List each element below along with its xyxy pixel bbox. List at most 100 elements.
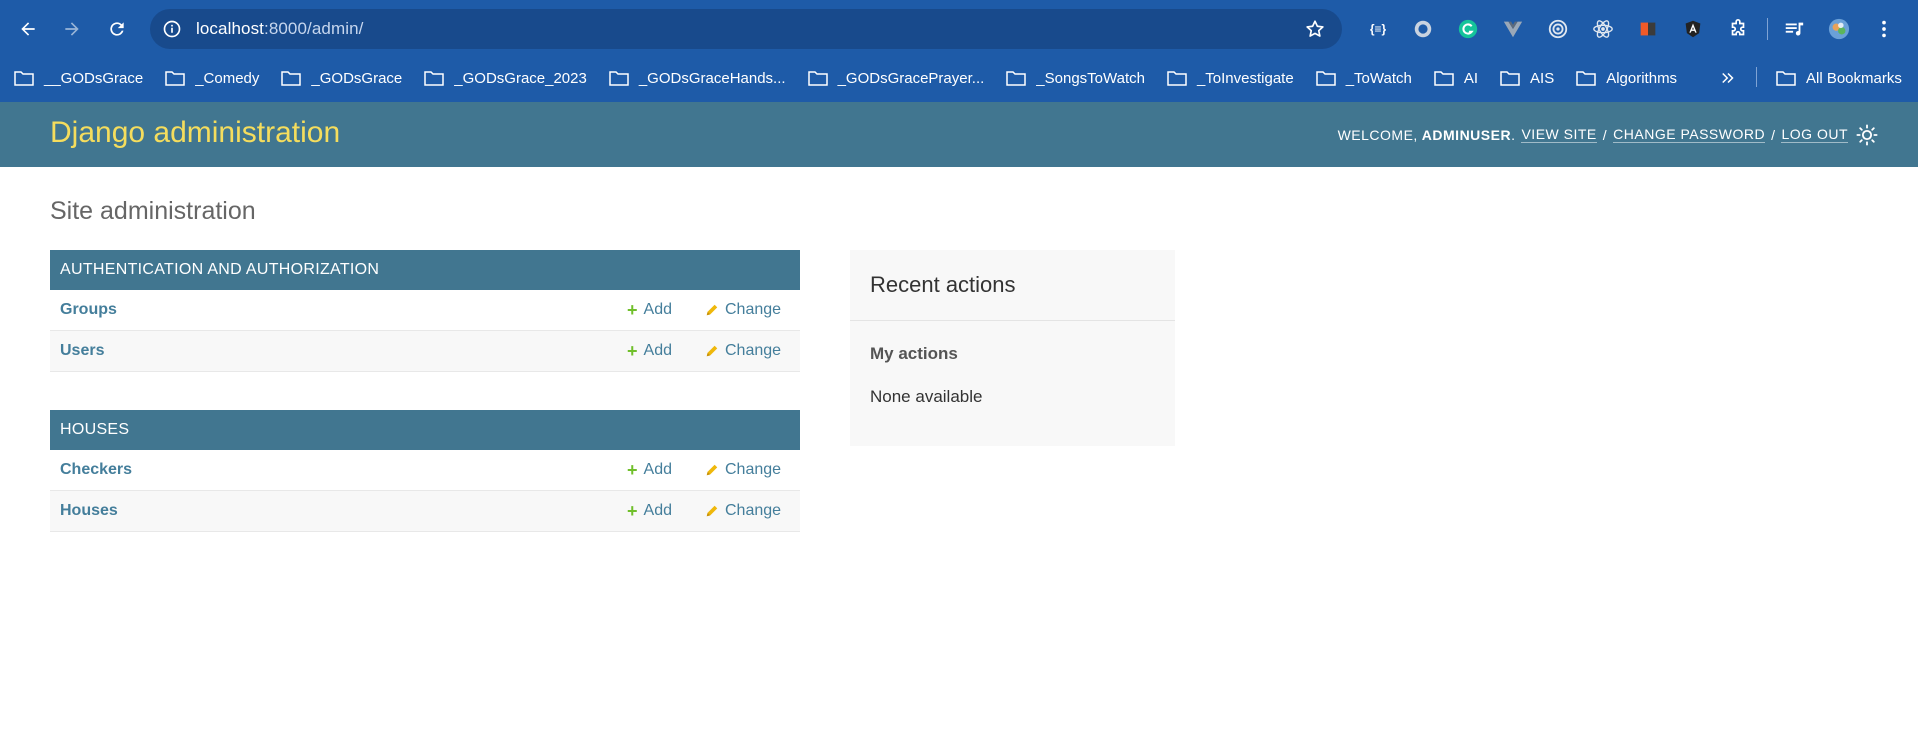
bookmark-folder[interactable]: AI xyxy=(1434,70,1478,87)
add-link[interactable]: + Add xyxy=(627,301,672,319)
theme-toggle-sun-icon[interactable] xyxy=(1856,124,1878,146)
add-link[interactable]: + Add xyxy=(627,461,672,479)
module-caption[interactable]: AUTHENTICATION AND AUTHORIZATION xyxy=(50,250,800,290)
bookmark-folder[interactable]: _SongsToWatch xyxy=(1006,70,1145,87)
angular-devtools-icon[interactable] xyxy=(1675,11,1711,47)
model-row: Houses + Add Change xyxy=(50,491,800,532)
change-label: Change xyxy=(725,301,782,318)
bookmark-label: _SongsToWatch xyxy=(1036,69,1145,87)
module-houses: HOUSES Checkers + Add Change Houses + Add Change xyxy=(50,410,800,532)
vue-devtools-icon[interactable] xyxy=(1495,11,1531,47)
bookmark-label: _Comedy xyxy=(195,69,260,87)
reload-icon xyxy=(110,22,124,36)
folder-icon xyxy=(1434,71,1454,86)
bookmark-folder[interactable]: AIS xyxy=(1500,70,1554,87)
bookmark-folder[interactable]: _GODsGracePrayer... xyxy=(807,69,985,87)
change-label: Change xyxy=(725,502,782,519)
add-link[interactable]: + Add xyxy=(627,342,672,360)
arrow-right-icon xyxy=(65,22,79,36)
add-label: Add xyxy=(643,461,672,478)
folder-icon xyxy=(609,71,629,86)
view-site-link[interactable]: VIEW SITE xyxy=(1521,126,1597,143)
model-row: Groups + Add Change xyxy=(50,290,800,331)
bookmark-folder[interactable]: _GODsGraceHands... xyxy=(609,70,786,87)
react-devtools-icon[interactable] xyxy=(1585,11,1621,47)
bookmark-folder[interactable]: _ToInvestigate xyxy=(1167,70,1294,87)
url-host: localhost xyxy=(196,19,264,38)
change-link[interactable]: Change xyxy=(705,502,781,520)
module-auth: AUTHENTICATION AND AUTHORIZATION Groups + A… xyxy=(50,250,800,372)
pocket-extension-icon[interactable] xyxy=(1630,11,1666,47)
change-link[interactable]: Change xyxy=(705,461,781,479)
module-caption[interactable]: HOUSES xyxy=(50,410,800,450)
model-link[interactable]: Groups xyxy=(60,301,117,319)
plus-icon: + xyxy=(627,460,638,480)
pencil-icon xyxy=(706,464,718,476)
model-link[interactable]: Checkers xyxy=(60,461,132,479)
bookmark-folder[interactable]: __GODsGrace xyxy=(14,70,143,87)
media-playlist-icon[interactable] xyxy=(1776,11,1812,47)
model-row: Users + Add Change xyxy=(50,331,800,372)
plus-icon: + xyxy=(627,501,638,521)
change-password-link[interactable]: CHANGE PASSWORD xyxy=(1613,126,1766,143)
log-out-link[interactable]: LOG OUT xyxy=(1781,126,1848,143)
reload-button[interactable] xyxy=(99,11,135,47)
pencil-icon xyxy=(706,345,718,357)
change-link[interactable]: Change xyxy=(705,301,781,319)
bookmark-label: _ToInvestigate xyxy=(1196,69,1294,87)
bookmarks-divider xyxy=(1756,67,1757,87)
bookmark-folder[interactable]: _ToWatch xyxy=(1315,69,1412,87)
add-label: Add xyxy=(643,502,672,519)
site-branding[interactable]: Django administration xyxy=(50,116,340,150)
address-url[interactable]: localhost:8000/admin/ xyxy=(196,19,364,39)
folder-icon xyxy=(1576,71,1596,86)
grammarly-icon[interactable] xyxy=(1450,11,1486,47)
bookmarks-overflow-icon[interactable] xyxy=(1716,66,1740,90)
folder-icon xyxy=(281,71,302,86)
no-actions-text: None available xyxy=(870,387,983,406)
bookmark-label: AIS xyxy=(1530,69,1555,87)
page-title: Site administration xyxy=(50,197,256,225)
extensions-puzzle-icon[interactable] xyxy=(1720,11,1756,47)
address-bar[interactable]: localhost:8000/admin/ xyxy=(150,9,1342,49)
folder-icon xyxy=(807,71,828,86)
all-bookmarks-button[interactable]: All Bookmarks xyxy=(1776,62,1902,94)
bookmark-folder[interactable]: _GODsGrace xyxy=(281,70,402,87)
plus-icon: + xyxy=(627,300,638,320)
pencil-icon xyxy=(706,505,718,517)
bookmark-label: _ToWatch xyxy=(1345,69,1412,87)
model-link[interactable]: Houses xyxy=(60,502,118,520)
json-viewer-extension-icon[interactable]: {≡} xyxy=(1360,11,1396,47)
bookmark-folder[interactable]: Algorithms xyxy=(1576,70,1677,87)
folder-icon xyxy=(424,71,445,86)
back-button[interactable] xyxy=(10,11,46,47)
profile-avatar[interactable] xyxy=(1821,11,1857,47)
model-row: Checkers + Add Change xyxy=(50,450,800,491)
recent-actions-panel: Recent actions My actions None available xyxy=(850,250,1175,446)
bookmark-folder[interactable]: _GODsGrace_2023 xyxy=(424,70,587,87)
add-label: Add xyxy=(643,301,672,318)
browser-menu-icon[interactable] xyxy=(1866,11,1902,47)
bookmark-label: AI xyxy=(1463,69,1479,87)
welcome-text: WELCOME, xyxy=(1337,126,1418,143)
django-header: Django administration WELCOME, ADMINUSER… xyxy=(0,102,1918,167)
target-extension-icon[interactable] xyxy=(1540,11,1576,47)
json-viewer-label: {≡} xyxy=(1369,22,1387,36)
folder-icon xyxy=(14,71,34,86)
my-actions-heading: My actions xyxy=(870,344,958,363)
recent-actions-divider xyxy=(850,320,1175,321)
circle-extension-icon[interactable] xyxy=(1405,11,1441,47)
bookmark-star-icon[interactable] xyxy=(1304,18,1326,40)
folder-icon xyxy=(1167,71,1187,86)
folder-icon xyxy=(1500,71,1520,86)
recent-actions-title: Recent actions xyxy=(870,272,1016,297)
pencil-icon xyxy=(706,304,718,316)
model-link[interactable]: Users xyxy=(60,342,104,360)
add-link[interactable]: + Add xyxy=(627,502,672,520)
bookmark-label: _GODsGracePrayer... xyxy=(837,69,985,87)
site-info-icon[interactable] xyxy=(160,17,184,41)
bookmark-folder[interactable]: _Comedy xyxy=(165,70,259,87)
forward-button[interactable] xyxy=(54,11,90,47)
change-link[interactable]: Change xyxy=(705,342,781,360)
plus-icon: + xyxy=(627,341,638,361)
